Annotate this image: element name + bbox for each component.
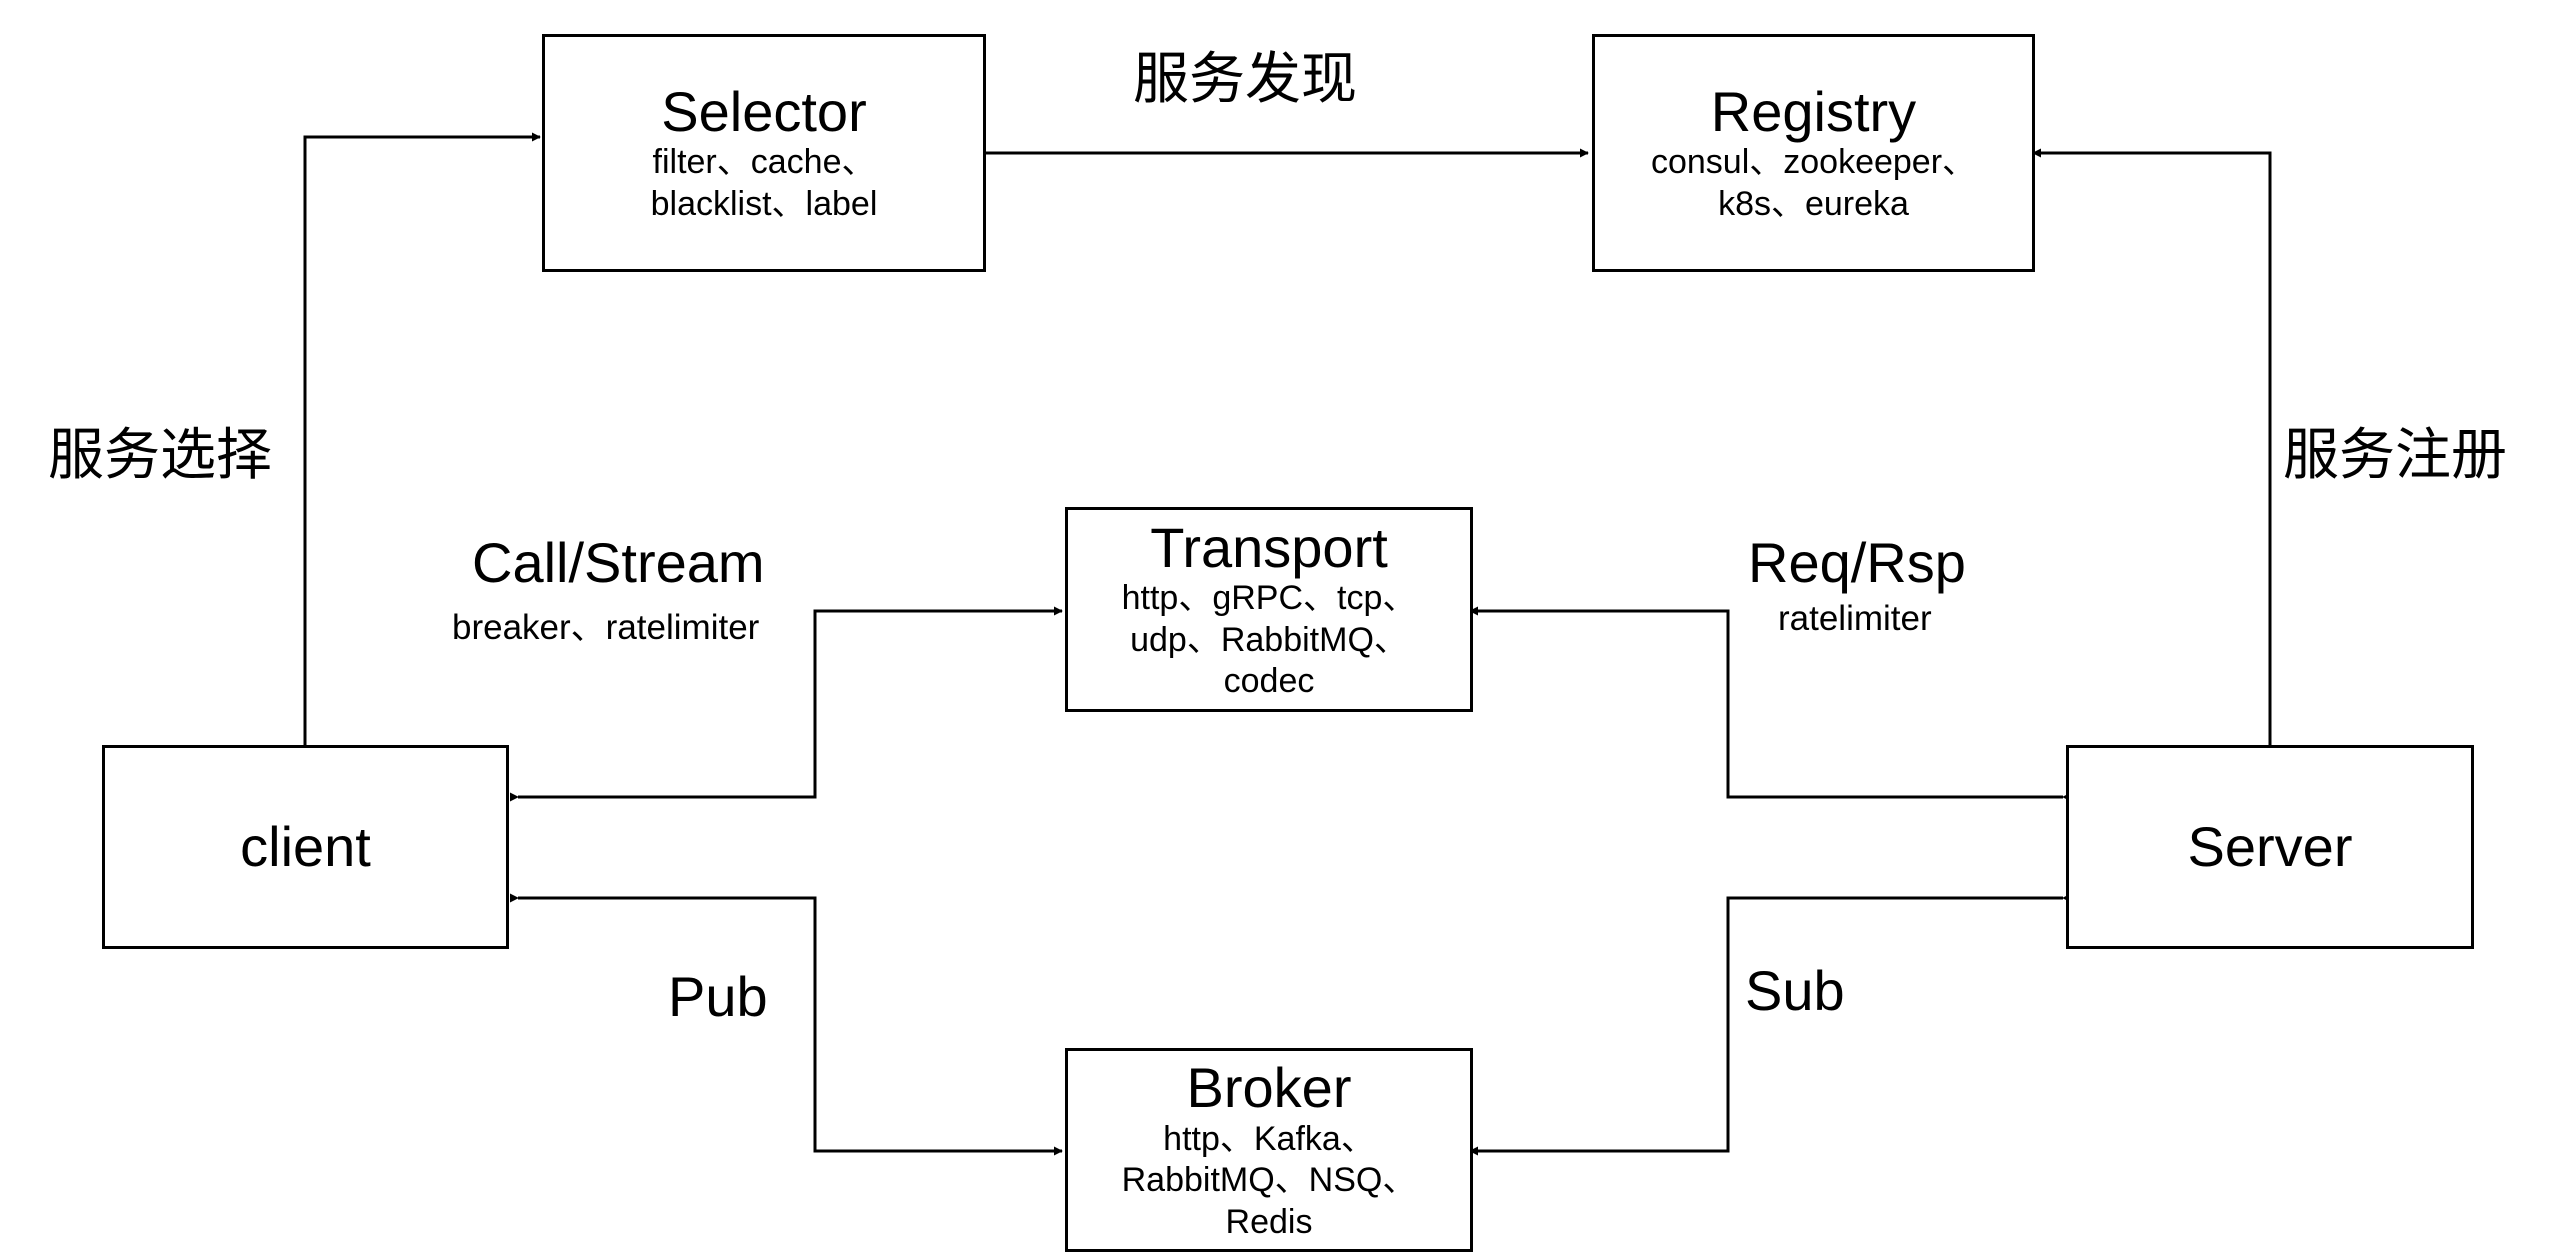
client-title: client — [240, 814, 371, 878]
selector-line-1: filter、cache、 — [652, 143, 876, 182]
transport-line-3: codec — [1223, 662, 1315, 701]
transport-line-2: udp、RabbitMQ、 — [1130, 620, 1408, 659]
selector-title: Selector — [661, 79, 867, 143]
registry-box[interactable]: Registry consul、zookeeper、 k8s、eureka — [1592, 34, 2035, 272]
broker-box[interactable]: Broker http、Kafka、 RabbitMQ、NSQ、 Redis — [1065, 1048, 1473, 1252]
edge-client-broker — [509, 893, 1063, 1156]
edge-server-to-registry — [2032, 148, 2272, 745]
registry-title: Registry — [1710, 79, 1917, 143]
label-req-rsp-sub: ratelimiter — [1778, 599, 1932, 638]
transport-line-1: http、gRPC、tcp、 — [1121, 579, 1417, 618]
edge-server-broker — [1469, 893, 2072, 1156]
broker-title: Broker — [1186, 1056, 1352, 1119]
label-service-discovery: 服务发现 — [1133, 47, 1357, 112]
client-box[interactable]: client — [102, 745, 509, 949]
selector-line-2: blacklist、label — [650, 184, 878, 223]
label-service-selection: 服务选择 — [48, 423, 272, 488]
label-call-stream: Call/Stream — [472, 531, 765, 594]
transport-box[interactable]: Transport http、gRPC、tcp、 udp、RabbitMQ、 c… — [1065, 507, 1473, 712]
selector-box[interactable]: Selector filter、cache、 blacklist、label — [542, 34, 986, 272]
label-call-stream-sub: breaker、ratelimiter — [452, 608, 760, 647]
label-pub: Pub — [668, 965, 768, 1028]
broker-line-1: http、Kafka、 — [1163, 1119, 1375, 1158]
edge-server-transport — [1469, 606, 2072, 802]
transport-title: Transport — [1150, 515, 1388, 579]
server-title: Server — [2187, 814, 2353, 878]
server-box[interactable]: Server — [2066, 745, 2474, 949]
broker-line-2: RabbitMQ、NSQ、 — [1121, 1161, 1417, 1200]
edge-client-to-selector — [303, 132, 541, 745]
label-sub: Sub — [1745, 959, 1845, 1022]
label-req-rsp: Req/Rsp — [1748, 531, 1966, 594]
registry-line-2: k8s、eureka — [1718, 184, 1909, 223]
label-service-registration: 服务注册 — [2283, 423, 2507, 488]
registry-line-1: consul、zookeeper、 — [1650, 143, 1977, 182]
broker-line-3: Redis — [1225, 1202, 1313, 1241]
